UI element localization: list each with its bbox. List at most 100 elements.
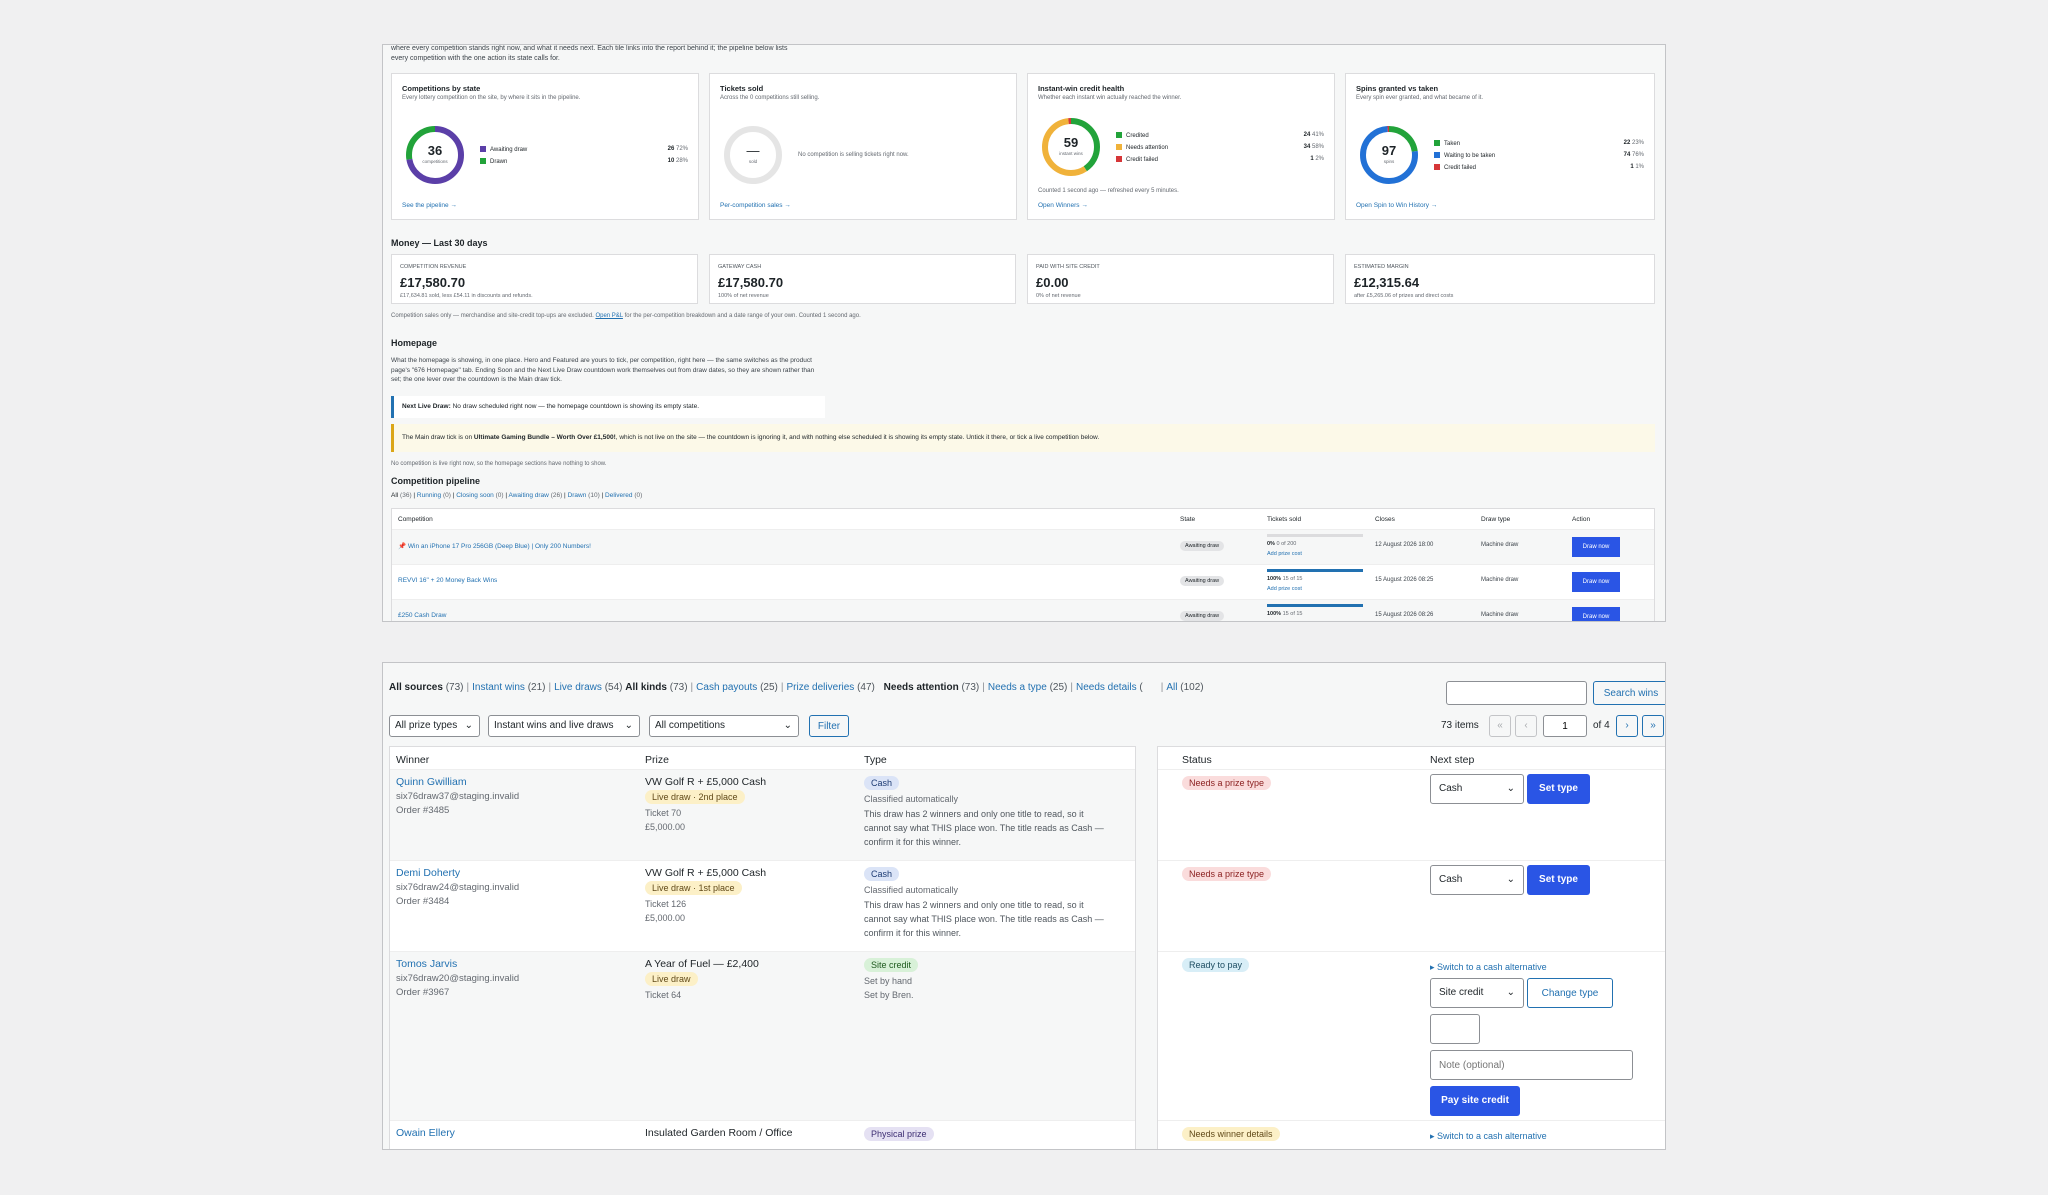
tab-running[interactable]: Running (0) (417, 492, 451, 499)
table-row: 📌 Win an iPhone 17 Pro 256GB (Deep Blue)… (392, 529, 1654, 564)
search-input[interactable] (1446, 681, 1587, 705)
card-subtitle: Every lottery competition on the site, b… (402, 95, 581, 101)
prize-types-select[interactable]: All prize types ⌄ (389, 715, 480, 737)
filter-button[interactable]: Filter (809, 715, 849, 737)
prize-type-select[interactable]: Site credit ⌄ (1430, 978, 1524, 1008)
competition-link[interactable]: REVVI 16" + 20 Money Back Wins (398, 577, 497, 584)
select-value: Site credit (1439, 987, 1484, 998)
draw-now-button[interactable]: Draw now (1572, 537, 1620, 557)
add-prize-cost-link[interactable]: Add prize cost (1267, 586, 1302, 592)
donut-label: competitions (422, 159, 448, 164)
homepage-empty-note: No competition is live right now, so the… (391, 461, 607, 467)
switch-cash-alternative-link[interactable]: ▸ Switch to a cash alternative (1430, 1131, 1547, 1142)
spin-history-link[interactable]: Open Spin to Win History → (1356, 202, 1437, 209)
winner-name[interactable]: Tomos Jarvis (396, 958, 457, 970)
prize-type-select[interactable]: Cash ⌄ (1430, 865, 1524, 895)
winner-name[interactable]: Owain Ellery (396, 1127, 455, 1139)
money-footnote: Competition sales only — merchandise and… (391, 313, 861, 319)
prev-page-button[interactable]: ‹ (1515, 715, 1537, 737)
set-type-button[interactable]: Set type (1527, 865, 1590, 895)
pay-site-credit-button[interactable]: Pay site credit (1430, 1086, 1520, 1116)
legend-pct: 58% (1311, 144, 1324, 150)
legend-count: 34 (1303, 144, 1311, 150)
filter-all-kinds[interactable]: All kinds (73) (625, 682, 687, 693)
money-card-revenue: Competition revenue £17,580.70 £17,634.8… (391, 254, 698, 304)
next-page-button[interactable]: › (1616, 715, 1638, 737)
money-sub: after £5,265.06 of prizes and direct cos… (1354, 293, 1454, 299)
competition-name: Win an iPhone 17 Pro 256GB (Deep Blue) |… (407, 543, 591, 550)
filter-cash-payouts[interactable]: Cash payouts (25) (696, 682, 778, 693)
tab-awaiting-draw[interactable]: Awaiting draw (26) (509, 492, 563, 499)
filter-instant-wins[interactable]: Instant wins (21) (472, 682, 545, 693)
footnote-text: Competition sales only — merchandise and… (391, 313, 594, 319)
warning-text: The Main draw tick is on (402, 434, 473, 441)
tab-label: Drawn (567, 492, 587, 499)
select-value: Cash (1439, 874, 1463, 885)
type-badge: Site credit (864, 958, 919, 972)
items-count: 73 items (1441, 720, 1479, 731)
competitions-select[interactable]: All competitions ⌄ (649, 715, 799, 737)
tab-closing-soon[interactable]: Closing soon (0) (456, 492, 503, 499)
per-competition-sales-link[interactable]: Per-competition sales → (720, 202, 791, 209)
pct-value: 0% (1267, 541, 1275, 547)
filter-all[interactable]: All (102) (1166, 682, 1203, 693)
sources-select[interactable]: Instant wins and live draws ⌄ (488, 715, 640, 737)
pin-icon: 📌 (398, 543, 407, 550)
legend-credit-failed: Credit failed 1 2% (1116, 156, 1324, 166)
legend-swatch (1116, 144, 1122, 150)
prize-type-select[interactable]: Cash ⌄ (1430, 774, 1524, 804)
legend-label: Needs attention (1126, 145, 1169, 151)
col-tickets: Tickets sold (1267, 516, 1302, 523)
see-pipeline-link[interactable]: See the pipeline → (402, 202, 457, 209)
filter-prize-deliveries[interactable]: Prize deliveries (47) (787, 682, 875, 693)
prize-name: VW Golf R + £5,000 Cash (645, 867, 767, 879)
last-page-button[interactable]: » (1642, 715, 1664, 737)
draw-now-button[interactable]: Draw now (1572, 607, 1620, 621)
filter-needs-details[interactable]: Needs details ( (1076, 682, 1143, 693)
tab-delivered[interactable]: Delivered (0) (605, 492, 642, 499)
prize-name: VW Golf R + £5,000 Cash (645, 776, 767, 788)
tickets-pct: 0% 0 of 200 (1267, 541, 1296, 547)
table-row: Needs winner details ▸ Switch to a cash … (1158, 1120, 1665, 1149)
competition-link[interactable]: £250 Cash Draw (398, 612, 446, 619)
legend-label: Credit failed (1126, 157, 1159, 163)
filter-live-draws[interactable]: Live draws (54) (554, 682, 622, 693)
competition-link[interactable]: 📌 Win an iPhone 17 Pro 256GB (Deep Blue)… (398, 542, 591, 550)
note-input[interactable] (1430, 1050, 1633, 1080)
prize-amount: £5,000.00 (645, 822, 686, 832)
select-value: Instant wins and live draws (494, 720, 614, 731)
open-pnl-link[interactable]: Open P&L (595, 313, 622, 319)
footnote-text: for the per-competition breakdown and a … (624, 313, 861, 319)
legend-awaiting-draw: Awaiting draw 26 72% (480, 146, 688, 156)
open-winners-link[interactable]: Open Winners → (1038, 202, 1088, 209)
winner-name[interactable]: Quinn Gwilliam (396, 776, 467, 788)
type-note: Classified automatically (864, 885, 959, 895)
closes-date: 15 August 2026 08:25 (1375, 577, 1434, 583)
filter-all-sources[interactable]: All sources (73) (389, 682, 464, 693)
filter-needs-a-type[interactable]: Needs a type (25) (988, 682, 1068, 693)
legend-label: Credit failed (1444, 165, 1477, 171)
money-value: £0.00 (1036, 275, 1069, 290)
page-number-input[interactable] (1543, 715, 1587, 737)
page-total: of 4 (1593, 720, 1610, 731)
add-prize-cost-link[interactable]: Add prize cost (1267, 551, 1302, 557)
col-winner: Winner (396, 754, 430, 766)
set-type-button[interactable]: Set type (1527, 774, 1590, 804)
legend-swatch (480, 146, 486, 152)
switch-cash-alternative-link[interactable]: ▸ Switch to a cash alternative (1430, 962, 1547, 973)
change-type-button[interactable]: Change type (1527, 978, 1613, 1008)
state-badge: Awaiting draw (1180, 611, 1225, 621)
search-wins-button[interactable]: Search wins (1593, 681, 1665, 705)
tab-all[interactable]: All (36) (391, 492, 412, 499)
tab-drawn[interactable]: Drawn (10) (568, 492, 600, 499)
winner-name[interactable]: Demi Doherty (396, 867, 460, 879)
filter-count: (21) (527, 682, 546, 693)
legend-swatch (1434, 152, 1440, 158)
pipeline-tabs: All (36) | Running (0) | Closing soon (0… (391, 492, 643, 499)
tab-label: Delivered (605, 492, 633, 499)
amount-input[interactable] (1430, 1014, 1480, 1044)
first-page-button[interactable]: « (1489, 715, 1511, 737)
filter-needs-attention[interactable]: Needs attention (73) (884, 682, 980, 693)
draw-now-button[interactable]: Draw now (1572, 572, 1620, 592)
tickets-progress (1267, 604, 1363, 607)
